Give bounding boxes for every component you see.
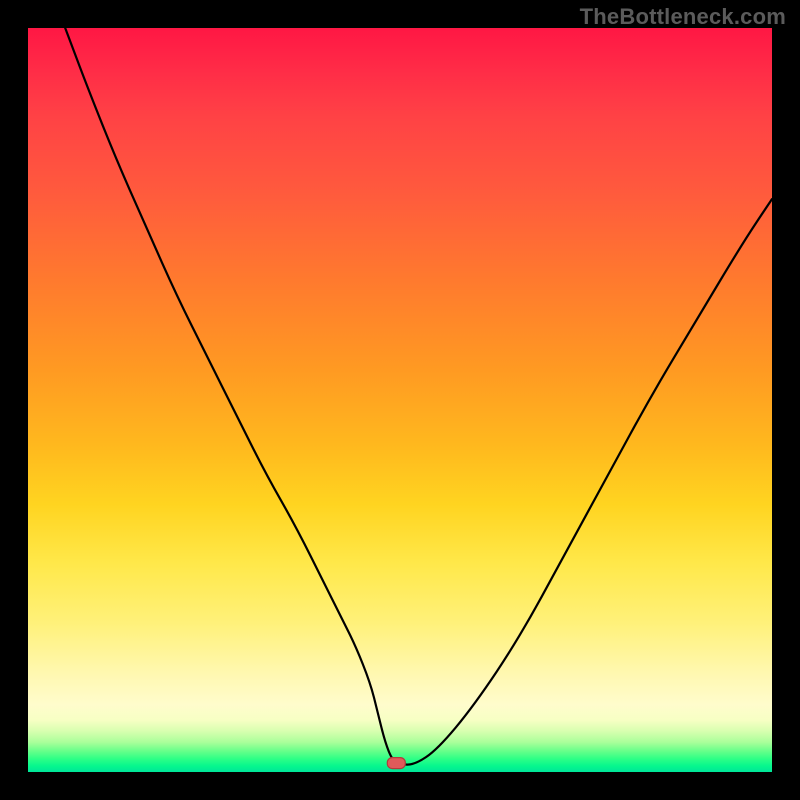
watermark-text: TheBottleneck.com xyxy=(580,4,786,30)
chart-frame: TheBottleneck.com xyxy=(0,0,800,800)
plot-area xyxy=(28,28,772,772)
minimum-marker xyxy=(387,758,405,769)
bottleneck-curve xyxy=(65,28,772,765)
curve-layer xyxy=(28,28,772,772)
